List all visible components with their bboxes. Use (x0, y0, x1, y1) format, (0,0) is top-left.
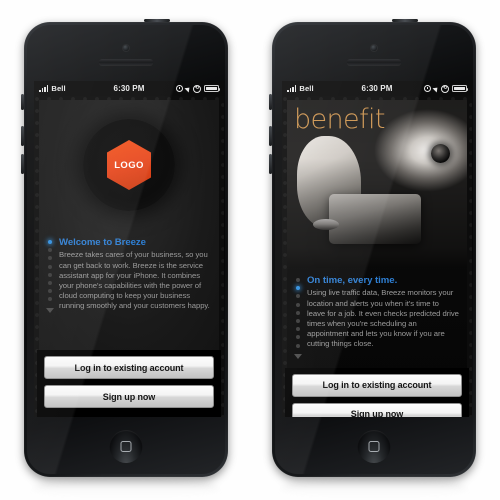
volume-up-button[interactable] (21, 126, 24, 146)
pager-dot[interactable] (48, 280, 52, 285)
login-button[interactable]: Log in to existing account (44, 356, 214, 379)
pager-dot[interactable] (296, 343, 300, 348)
pager-dot[interactable] (48, 272, 52, 277)
benefit-overlay-word: benefit (294, 104, 385, 135)
alarm-clock-icon (176, 85, 183, 92)
slide-title: Welcome to Breeze (59, 237, 146, 248)
battery-full-icon (452, 85, 469, 92)
pager-dot[interactable] (296, 318, 300, 323)
status-bar-left: Bell 6:30 PM ⟲ (34, 81, 224, 96)
device-reflection (281, 478, 467, 498)
pager-dot[interactable] (296, 294, 300, 299)
status-bar-indicators: ⟲ (176, 84, 221, 93)
phone-body-left: Bell 6:30 PM ⟲ LOGO Welcome to Breeze Br… (27, 25, 225, 474)
home-square-icon (120, 441, 132, 452)
photo-eye-shape (431, 144, 450, 163)
pager-dot[interactable] (296, 286, 300, 291)
cta-area-left: Log in to existing account Sign up now (37, 350, 221, 417)
chevron-down-icon[interactable] (294, 353, 302, 359)
screen-left: Bell 6:30 PM ⟲ LOGO Welcome to Breeze Br… (34, 81, 224, 417)
slide-body: Using live traffic data, Breeze monitors… (307, 288, 459, 349)
mockup-stage: Bell 6:30 PM ⟲ LOGO Welcome to Breeze Br… (0, 0, 500, 500)
status-bar-right: Bell 6:30 PM ⟲ (282, 81, 472, 96)
vertical-pager-right[interactable] (291, 275, 305, 359)
pager-dot[interactable] (48, 264, 52, 269)
signup-button[interactable]: Sign up now (44, 385, 214, 408)
slide-panel-logo: LOGO Welcome to Breeze Breeze takes care… (39, 100, 219, 350)
caption-text-left: Welcome to Breeze Breeze takes cares of … (57, 237, 211, 313)
photo-lens-shape (313, 219, 339, 230)
caption-block-left: Welcome to Breeze Breeze takes cares of … (39, 230, 219, 322)
phone-device-left: Bell 6:30 PM ⟲ LOGO Welcome to Breeze Br… (21, 19, 228, 477)
slide-panel-benefit: benefit On time, every time. Using live … (287, 100, 467, 368)
hero-photo: benefit (287, 100, 467, 268)
power-button[interactable] (144, 19, 170, 22)
rotation-lock-icon: ⟲ (193, 84, 201, 93)
pager-dot[interactable] (296, 310, 300, 315)
app-content-right: benefit On time, every time. Using live … (282, 96, 472, 417)
home-button[interactable] (109, 430, 143, 463)
earpiece-speaker (99, 59, 153, 65)
pager-dot[interactable] (296, 278, 300, 282)
phone-body-right: Bell 6:30 PM ⟲ benefit On time, every ti… (275, 25, 473, 474)
pager-dot[interactable] (296, 302, 300, 307)
photo-hand-shape (297, 136, 361, 228)
front-camera-icon (123, 45, 129, 51)
pager-dot[interactable] (48, 289, 52, 294)
volume-down-button[interactable] (269, 154, 272, 174)
power-button[interactable] (392, 19, 418, 22)
pager-dot[interactable] (48, 248, 52, 253)
vertical-pager-left[interactable] (43, 237, 57, 313)
mute-switch[interactable] (21, 94, 24, 110)
device-reflection (33, 478, 219, 498)
location-arrow-icon (184, 84, 192, 93)
pager-dot[interactable] (48, 297, 52, 302)
location-arrow-icon (432, 84, 440, 93)
pager-dot[interactable] (48, 240, 52, 244)
battery-full-icon (204, 85, 221, 92)
home-button[interactable] (357, 430, 391, 463)
rotation-lock-icon: ⟲ (441, 84, 449, 93)
volume-up-button[interactable] (269, 126, 272, 146)
pager-dot[interactable] (296, 335, 300, 340)
pager-dot[interactable] (296, 327, 300, 332)
caption-block-right: On time, every time. Using live traffic … (287, 268, 467, 368)
photo-camera-shape (329, 194, 421, 244)
mute-switch[interactable] (269, 94, 272, 110)
pager-dot[interactable] (48, 256, 52, 261)
screen-right: Bell 6:30 PM ⟲ benefit On time, every ti… (282, 81, 472, 417)
slide-body: Breeze takes cares of your business, so … (59, 250, 210, 311)
login-button[interactable]: Log in to existing account (292, 373, 462, 397)
cta-area-right: Log in to existing account Sign up now (285, 367, 469, 417)
status-bar-indicators: ⟲ (424, 84, 469, 93)
logo-label: LOGO (114, 159, 144, 171)
earpiece-speaker (347, 59, 401, 65)
front-camera-icon (371, 45, 377, 51)
caption-text-right: On time, every time. Using live traffic … (305, 275, 459, 359)
logo-area: LOGO (39, 100, 219, 230)
phone-device-right: Bell 6:30 PM ⟲ benefit On time, every ti… (269, 19, 476, 477)
slide-title: On time, every time. (307, 275, 398, 286)
alarm-clock-icon (424, 85, 431, 92)
chevron-down-icon[interactable] (46, 307, 54, 313)
volume-down-button[interactable] (21, 154, 24, 174)
app-content-left: LOGO Welcome to Breeze Breeze takes care… (34, 96, 224, 417)
signup-button[interactable]: Sign up now (292, 402, 462, 417)
home-square-icon (368, 441, 380, 452)
